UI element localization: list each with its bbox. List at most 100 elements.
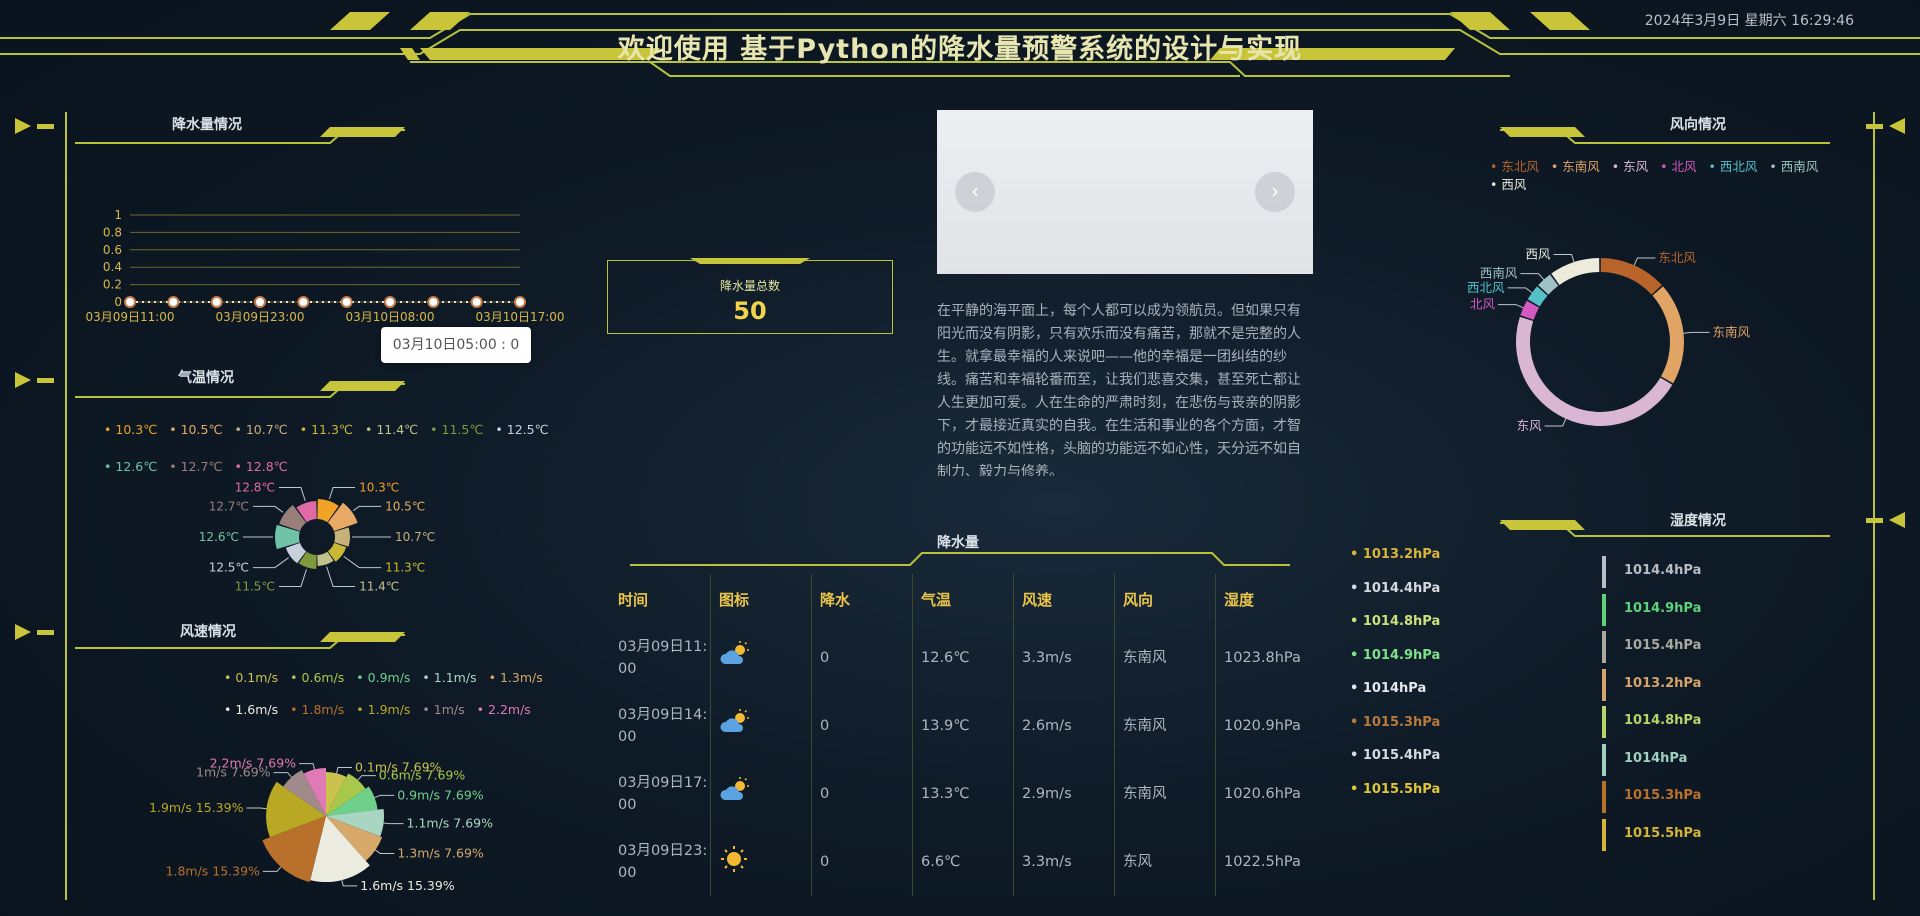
header-time: 时间 [618, 590, 649, 609]
legend-dot-icon: • [430, 422, 438, 437]
label-leader-line [1683, 331, 1710, 334]
rainfall-point[interactable] [514, 296, 526, 308]
pressure-label: 1015.3hPa [1362, 714, 1441, 730]
windspeed_panel-legend-item[interactable]: • 1.3m/s [489, 670, 543, 685]
windspeed-slice-label: 1.9m/s 15.39% [149, 800, 244, 815]
table-cell-rain: 0 [811, 760, 913, 828]
windspeed_panel-legend-item[interactable]: • 2.2m/s [477, 702, 531, 717]
y-tick-label: 0 [114, 295, 122, 309]
temperature_panel-legend-item[interactable]: • 11.4℃ [365, 422, 418, 437]
windspeed-pie-chart[interactable]: 0.1m/s 7.69%0.6m/s 7.69%0.9m/s 7.69%1.1m… [140, 728, 520, 903]
windspeed_panel-legend-item[interactable]: • 1.9m/s [356, 702, 410, 717]
label-leader-line [357, 775, 376, 781]
weather-icon-cell [710, 828, 812, 896]
bullet-icon: • [1350, 748, 1363, 763]
image-carousel[interactable]: ‹ › [937, 110, 1313, 274]
wind_direction_panel-legend-item[interactable]: • 东北风 [1490, 159, 1539, 174]
bullet-icon: • [1350, 647, 1363, 663]
wind_direction_panel-legend-item[interactable]: • 北风 [1660, 159, 1696, 174]
legend-dot-icon: • [488, 670, 496, 685]
temperature_panel-legend-item[interactable]: • 10.7℃ [234, 422, 287, 437]
label-leader-line [343, 555, 382, 569]
cloudy-sun-icon [719, 640, 751, 674]
humidity-item: 1013.2hPa [1600, 668, 1701, 706]
windspeed_panel-legend-item[interactable]: • 0.9m/s [356, 670, 410, 685]
wind_direction_panel-legend-item[interactable]: • 东风 [1612, 159, 1648, 174]
label-leader-line [1520, 273, 1545, 280]
legend-dot-icon: • [356, 702, 364, 717]
humidity-panel-title: 湿度情况 [1670, 513, 1726, 529]
wind-direction-slice[interactable] [1551, 258, 1600, 285]
carousel-next-button[interactable]: › [1255, 172, 1295, 212]
temperature_panel-legend-item[interactable]: • 12.5℃ [495, 422, 548, 437]
humidity-color-bar [1602, 593, 1606, 626]
temperature-slice-label: 11.4℃ [359, 579, 399, 593]
windspeed_panel-legend-item[interactable]: • 1.8m/s [290, 702, 344, 717]
windspeed_panel-legend-item[interactable]: • 1.1m/s [422, 670, 476, 685]
rainfall-point[interactable] [340, 296, 353, 308]
label-leader-line [278, 569, 307, 587]
humidity-item: 1015.3hPa [1600, 780, 1701, 818]
windspeed-slice-label: 0.6m/s 7.69% [379, 768, 466, 783]
rainfall-point[interactable] [427, 296, 440, 308]
y-tick-label: 0.8 [103, 225, 122, 239]
rainfall-point[interactable] [470, 296, 483, 308]
windspeed_panel-legend-item[interactable]: • 0.1m/s [224, 670, 278, 685]
table-cell-temp: 13.3℃ [912, 760, 1014, 828]
table-cell-rain: 0 [811, 624, 913, 692]
pressure-label: 1014.8hPa [1362, 614, 1441, 629]
wind_direction_panel-legend-item[interactable]: • 东南风 [1551, 159, 1600, 174]
rainfall-line-chart[interactable]: 1 0.8 0.6 0.4 0.2 003月09日11:00 03月09日23:00 03月1… [75, 195, 595, 335]
x-tick-label: 03月10日17:00 [475, 310, 564, 324]
legend-dot-icon: • [104, 422, 112, 437]
wind-direction-donut-chart[interactable]: 东北风东南风东风 北风 西北风西南风西风 [1440, 240, 1760, 440]
legend-label: 10.7℃ [245, 422, 288, 437]
legend-dot-icon: • [234, 422, 242, 437]
temperature_panel-legend-item[interactable]: • 11.3℃ [300, 422, 353, 437]
temperature-slice[interactable] [334, 527, 350, 547]
label-leader-line [252, 505, 284, 513]
windspeed_panel-legend-item[interactable]: • 0.6m/s [290, 670, 344, 685]
wind-direction-slice[interactable] [1600, 258, 1662, 295]
temperature_panel-legend-item[interactable]: • 10.3℃ [104, 422, 157, 437]
rainfall-point[interactable] [254, 296, 266, 308]
table-cell-hum: 1022.5hPa [1215, 828, 1335, 896]
wind-direction-legend[interactable]: • 东北风 • 东南风 • 东风 • 北风 • 西北风 • 西南风 • 西风 [1490, 158, 1870, 194]
y-tick-label: 0.2 [103, 278, 122, 292]
windspeed_panel-legend-item[interactable]: • 1.6m/s [224, 702, 278, 717]
pressure-item: • 1014.4hPa [1350, 581, 1440, 615]
rainfall-point[interactable] [297, 296, 310, 308]
label-leader-line [1497, 304, 1524, 309]
windspeed-legend[interactable]: • 0.1m/s • 0.6m/s • 0.9m/s • 1.1m/s • 1.3m/s … [224, 662, 594, 726]
humidity-color-bar [1602, 818, 1606, 851]
rainfall-point[interactable] [124, 296, 136, 308]
pressure-item: • 1014hPa [1350, 681, 1440, 715]
legend-dot-icon: • [224, 702, 232, 717]
rainfall-point[interactable] [384, 296, 396, 308]
header-temp: 气温 [912, 574, 1014, 624]
header-rain: 降水 [811, 574, 913, 624]
wind-direction-slice[interactable] [1652, 286, 1684, 384]
wind-direction-slice[interactable] [1516, 316, 1673, 427]
legend-label: 西北风 [1719, 159, 1758, 174]
rainfall-point[interactable] [167, 296, 180, 308]
wind_direction_panel-legend-item[interactable]: • 西北风 [1709, 159, 1758, 174]
carousel-prev-button[interactable]: ‹ [955, 172, 995, 212]
legend-label: 10.5℃ [180, 422, 223, 437]
legend-dot-icon: • [422, 670, 430, 685]
legend-dot-icon: • [364, 422, 373, 437]
label-leader-line [374, 794, 395, 799]
wind_direction_panel-legend-item[interactable]: • 西风 [1490, 177, 1526, 192]
legend-label: 北风 [1671, 159, 1697, 174]
legend-dot-icon: • [422, 702, 430, 717]
legend-label: 0.9m/s [367, 670, 411, 685]
pressure-label: 1014hPa [1362, 681, 1427, 696]
legend-label: 1.9m/s [367, 702, 411, 717]
wind_direction_panel-legend-item[interactable]: • 西南风 [1769, 159, 1818, 174]
windspeed_panel-legend-item[interactable]: • 1m/s [422, 702, 464, 717]
wind-direction-slice-label: 东南风 [1712, 324, 1750, 339]
temperature_panel-legend-item[interactable]: • 10.5℃ [169, 422, 222, 437]
temperature_panel-legend-item[interactable]: • 11.5℃ [430, 422, 483, 437]
rainfall-point[interactable] [210, 296, 223, 308]
temperature-rose-chart[interactable]: 10.3℃ 10.5℃ 10.7℃ 11.3℃ 11.4℃ 11.5℃ 12.5℃ 12.6℃… [140, 450, 480, 625]
